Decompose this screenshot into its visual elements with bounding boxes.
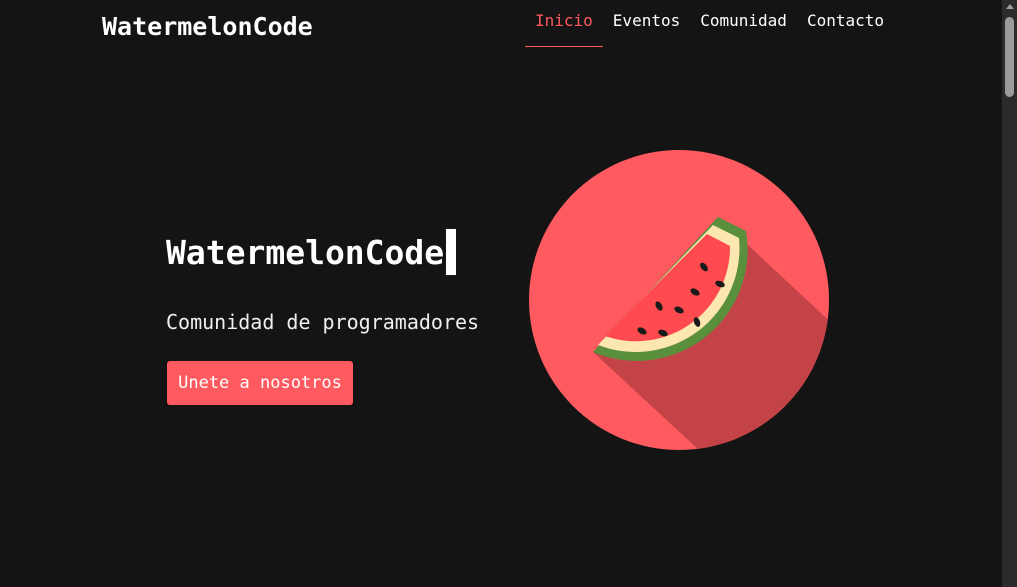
hero-subtitle: Comunidad de programadores [166, 310, 480, 334]
nav-item-comunidad[interactable]: Comunidad [690, 0, 797, 47]
page-scrollbar[interactable] [1002, 0, 1017, 587]
hero-title-container: WatermelonCode [166, 229, 457, 275]
page: WatermelonCode Inicio Eventos Comunidad … [0, 0, 1002, 587]
brand-logo-text[interactable]: WatermelonCode [102, 12, 313, 41]
main-nav: Inicio Eventos Comunidad Contacto [525, 0, 894, 48]
scrollbar-thumb[interactable] [1005, 17, 1014, 97]
scroll-up-arrow-icon[interactable] [1006, 4, 1014, 9]
typing-cursor [446, 229, 457, 275]
watermelon-slice-icon [529, 150, 829, 450]
join-us-button[interactable]: Unete a nosotros [167, 361, 353, 405]
nav-item-inicio[interactable]: Inicio [525, 0, 603, 47]
hero-title: WatermelonCode [166, 232, 445, 272]
nav-item-contacto[interactable]: Contacto [797, 0, 894, 47]
nav-item-eventos[interactable]: Eventos [603, 0, 690, 47]
